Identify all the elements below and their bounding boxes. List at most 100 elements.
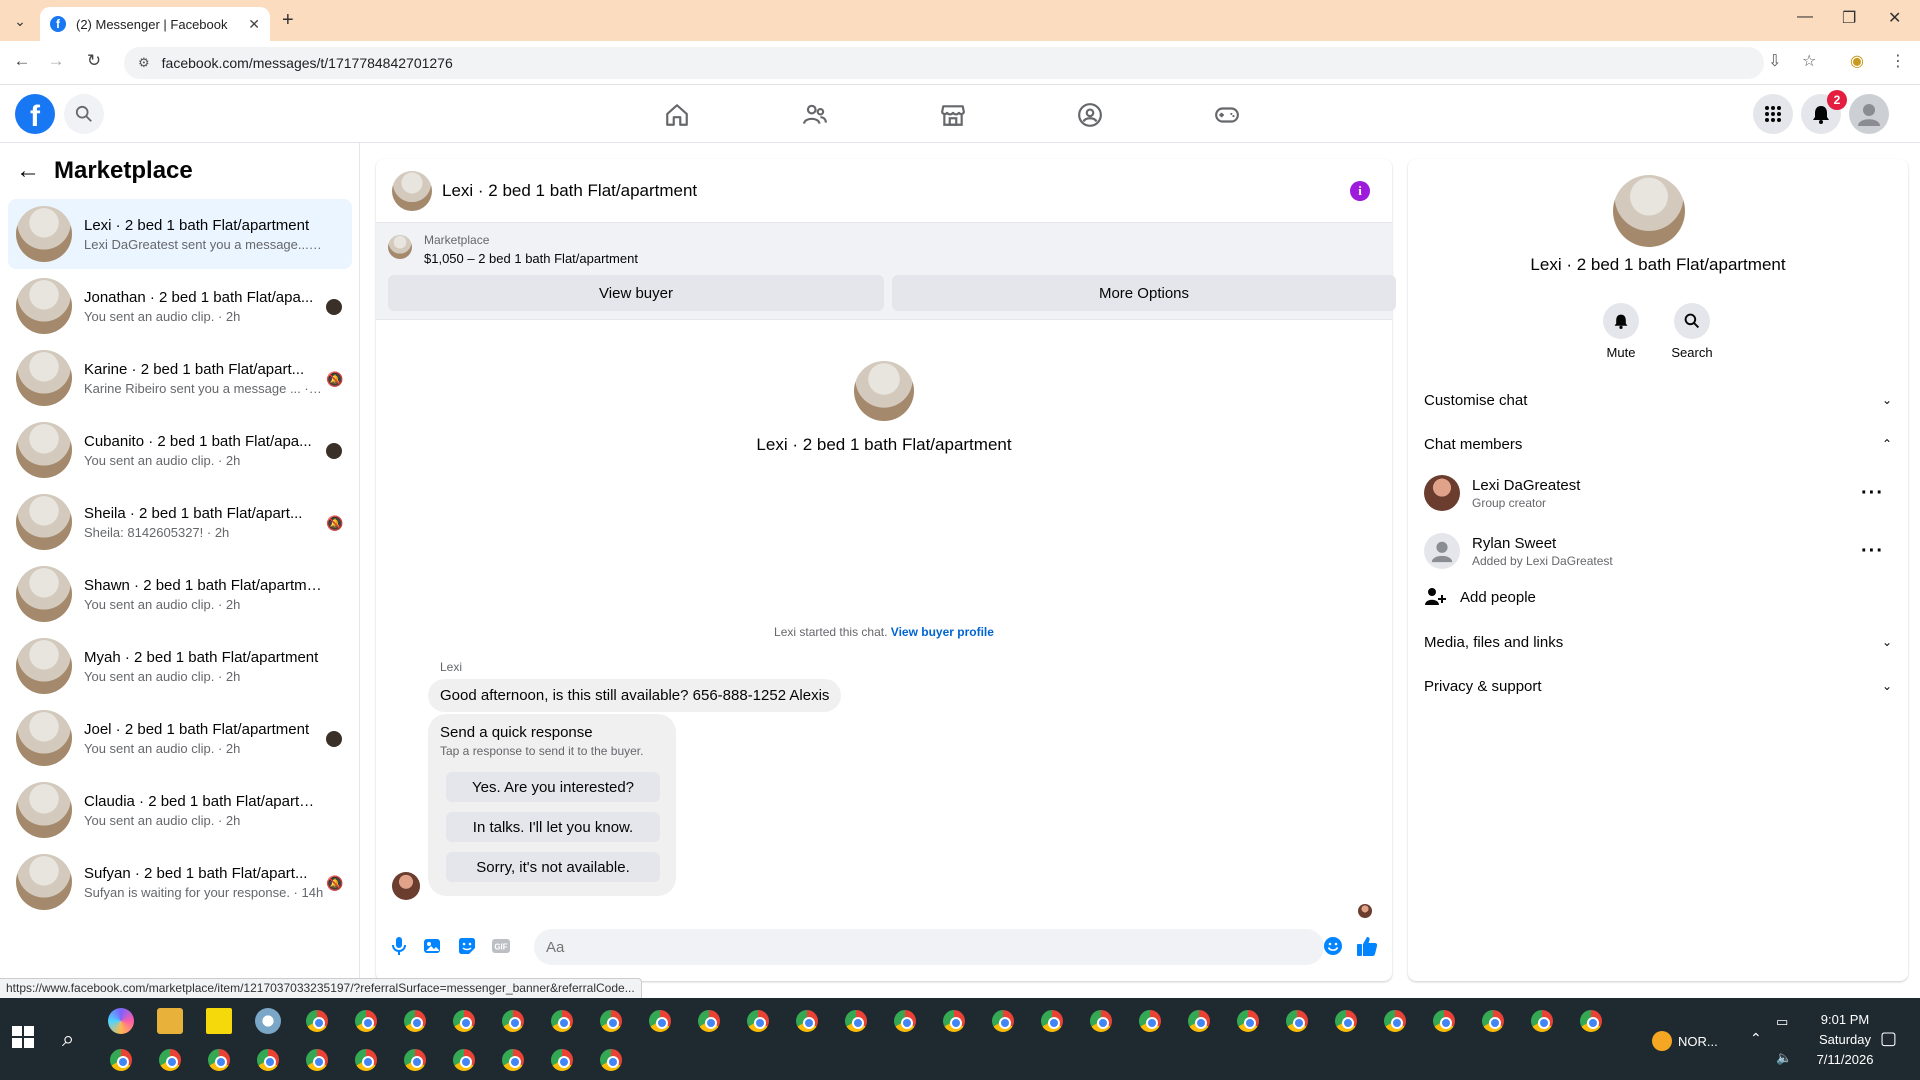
taskbar-search-icon[interactable]: ⌕ (62, 1026, 74, 1052)
quick-reply-not-available[interactable]: Sorry, it's not available. (446, 852, 660, 882)
chrome-profile-icon[interactable] (1529, 1008, 1555, 1034)
chrome-profile-icon[interactable] (255, 1047, 281, 1073)
listing-price[interactable]: $1,050 – 2 bed 1 bath Flat/apartment (424, 251, 638, 266)
file-explorer-icon[interactable] (157, 1008, 183, 1034)
notification-center-icon[interactable]: ▢ (1880, 1028, 1897, 1049)
groups-nav-button[interactable] (1073, 98, 1107, 132)
search-in-chat-button[interactable] (1674, 303, 1710, 339)
clock[interactable]: 9:01 PM Saturday 7/11/2026 (1800, 1012, 1890, 1067)
new-tab-button[interactable]: + (282, 9, 294, 32)
chrome-profile-icon[interactable] (598, 1008, 624, 1034)
member-row[interactable]: Lexi DaGreatest Group creator ··· (1424, 469, 1892, 517)
forward-button[interactable]: → (44, 51, 68, 71)
conversation-item[interactable]: Sheila · 2 bed 1 bath Flat/apart... Sheil… (8, 487, 352, 557)
chrome-profile-icon[interactable] (1235, 1008, 1261, 1034)
chrome-profile-icon[interactable] (647, 1008, 673, 1034)
chrome-profile-icon[interactable] (500, 1008, 526, 1034)
back-button[interactable]: ← (10, 51, 34, 71)
minimize-button[interactable]: — (1797, 8, 1813, 26)
close-window-button[interactable]: ✕ (1888, 8, 1901, 28)
message-input[interactable] (534, 929, 1324, 965)
mute-action[interactable]: Mute (1591, 303, 1651, 360)
chrome-profile-icon[interactable] (157, 1047, 183, 1073)
chrome-profile-icon[interactable] (1039, 1008, 1065, 1034)
home-nav-button[interactable] (660, 98, 694, 132)
sticky-notes-icon[interactable] (206, 1008, 232, 1034)
chrome-profile-icon[interactable] (1284, 1008, 1310, 1034)
gaming-nav-button[interactable] (1210, 98, 1244, 132)
view-buyer-profile-link[interactable]: View buyer profile (891, 625, 994, 639)
copilot-icon[interactable] (108, 1008, 134, 1034)
quick-reply-yes[interactable]: Yes. Are you interested? (446, 772, 660, 802)
windows-start-icon[interactable] (12, 1026, 34, 1048)
chrome-profile-icon[interactable] (304, 1047, 330, 1073)
listing-thumbnail[interactable] (388, 235, 412, 259)
site-info-icon[interactable]: ⚙ (138, 55, 150, 71)
chrome-profile-icon[interactable] (1088, 1008, 1114, 1034)
conversation-item[interactable]: Joel · 2 bed 1 bath Flat/apartment You se… (8, 703, 352, 773)
media-files-section[interactable]: Media, files and links ⌄ (1424, 627, 1892, 657)
tab-close-icon[interactable]: ✕ (248, 16, 260, 33)
chrome-profile-icon[interactable] (304, 1008, 330, 1034)
search-action[interactable]: Search (1662, 303, 1722, 360)
chrome-profile-icon[interactable] (1333, 1008, 1359, 1034)
chrome-profile-icon[interactable] (402, 1008, 428, 1034)
chat-members-section[interactable]: Chat members ⌃ (1424, 429, 1892, 459)
microphone-icon[interactable] (388, 935, 410, 957)
chrome-profile-icon[interactable] (1431, 1008, 1457, 1034)
chrome-profile-icon[interactable] (353, 1047, 379, 1073)
sender-avatar[interactable] (392, 872, 420, 900)
menu-button[interactable] (1753, 94, 1793, 134)
chrome-profile-icon[interactable] (598, 1047, 624, 1073)
marketplace-nav-button[interactable] (936, 98, 970, 132)
chrome-profile-icon[interactable] (745, 1008, 771, 1034)
more-options-icon[interactable]: ··· (1861, 540, 1884, 563)
conversation-item[interactable]: Sufyan · 2 bed 1 bath Flat/apart... Sufya… (8, 847, 352, 917)
emoji-icon[interactable] (1322, 935, 1344, 957)
tab-search-icon[interactable]: ⌄ (8, 9, 32, 33)
chrome-profile-icon[interactable] (108, 1047, 134, 1073)
facebook-logo[interactable]: f (15, 94, 55, 134)
browser-tab[interactable]: f (2) Messenger | Facebook ✕ (40, 7, 270, 41)
chrome-profile-icon[interactable] (1578, 1008, 1604, 1034)
chrome-profile-icon[interactable] (402, 1047, 428, 1073)
info-icon[interactable]: i (1350, 181, 1370, 201)
mute-button[interactable] (1603, 303, 1639, 339)
conversation-item[interactable]: Shawn · 2 bed 1 bath Flat/apartment You s… (8, 559, 352, 629)
conversation-item[interactable]: Cubanito · 2 bed 1 bath Flat/apa... You s… (8, 415, 352, 485)
more-options-icon[interactable]: ··· (1861, 482, 1884, 505)
member-row[interactable]: Rylan Sweet Added by Lexi DaGreatest ··· (1424, 527, 1892, 575)
conversation-item[interactable]: Lexi · 2 bed 1 bath Flat/apartment Lexi D… (8, 199, 352, 269)
back-arrow-icon[interactable]: ← (16, 157, 40, 185)
conversation-item[interactable]: Claudia · 2 bed 1 bath Flat/apartm... You… (8, 775, 352, 845)
chrome-profile-icon[interactable] (353, 1008, 379, 1034)
conversation-item[interactable]: Myah · 2 bed 1 bath Flat/apartment You se… (8, 631, 352, 701)
thumbs-up-icon[interactable] (1356, 935, 1378, 957)
address-bar[interactable]: ⚙ facebook.com/messages/t/17177848427012… (124, 47, 1764, 79)
gif-icon[interactable]: GIF (490, 935, 512, 957)
chrome-menu-icon[interactable]: ⋮ (1890, 51, 1906, 71)
chrome-profile-icon[interactable] (500, 1047, 526, 1073)
chrome-profile-icon[interactable] (549, 1047, 575, 1073)
chrome-profile-icon[interactable] (1186, 1008, 1212, 1034)
chrome-profile-icon[interactable] (843, 1008, 869, 1034)
chat-title[interactable]: Lexi · 2 bed 1 bath Flat/apartment (442, 181, 697, 201)
restore-button[interactable]: ❐ (1842, 8, 1856, 28)
chrome-profile-icon[interactable] (206, 1047, 232, 1073)
profile-icon[interactable]: ◉ (1850, 51, 1864, 71)
install-app-icon[interactable]: ⇩ (1768, 51, 1781, 71)
incoming-message[interactable]: Good afternoon, is this still available?… (428, 679, 842, 712)
conversation-item[interactable]: Karine · 2 bed 1 bath Flat/apart... Karin… (8, 343, 352, 413)
chrome-profile-icon[interactable] (941, 1008, 967, 1034)
chrome-profile-icon[interactable] (1382, 1008, 1408, 1034)
chrome-profile-icon[interactable] (549, 1008, 575, 1034)
photo-icon[interactable] (421, 935, 443, 957)
weather-widget[interactable]: NOR... (1652, 1031, 1718, 1051)
privacy-support-section[interactable]: Privacy & support ⌄ (1424, 671, 1892, 701)
quick-reply-in-talks[interactable]: In talks. I'll let you know. (446, 812, 660, 842)
network-icon[interactable]: ▭ (1776, 1014, 1788, 1030)
reload-button[interactable]: ↻ (82, 51, 106, 71)
conversation-item[interactable]: Jonathan · 2 bed 1 bath Flat/apa... You s… (8, 271, 352, 341)
chrome-profile-icon[interactable] (1480, 1008, 1506, 1034)
chrome-profile-icon[interactable] (892, 1008, 918, 1034)
